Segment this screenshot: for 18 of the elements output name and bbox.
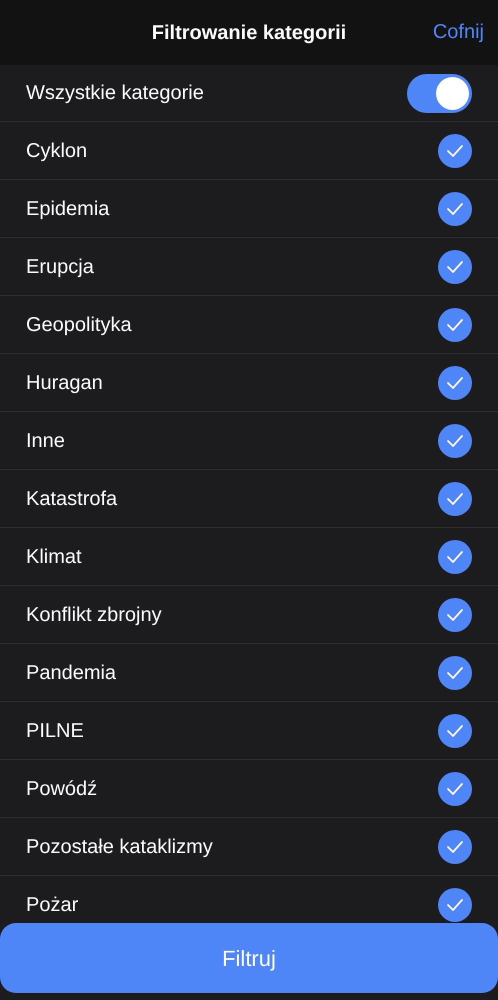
category-label[interactable]: Epidemia [26, 194, 110, 224]
category-label[interactable]: Cyklon [26, 136, 88, 166]
category-label[interactable]: Pozostałe kataklizmy [26, 832, 213, 862]
category-label[interactable]: Konflikt zbrojny [26, 600, 162, 630]
category-label[interactable]: Powódź [26, 774, 98, 804]
category-label[interactable]: Erupcja [26, 252, 94, 282]
back-button[interactable]: Cofnij [432, 22, 484, 42]
category-label[interactable]: Klimat [26, 542, 82, 572]
category-label[interactable]: Geopolityka [26, 310, 132, 340]
category-label[interactable]: Inne [26, 426, 65, 456]
category-label[interactable]: PILNE [26, 716, 84, 746]
row-label: Wszystkie kategorie [26, 81, 204, 106]
category-label[interactable]: Pożar [26, 890, 78, 920]
toggle-switch[interactable] [407, 74, 472, 112]
screen-title: Filtrowanie kategorii [152, 20, 346, 46]
category-label[interactable]: Pandemia [26, 658, 116, 688]
category-label[interactable]: Huragan [26, 368, 103, 398]
category-label[interactable]: Katastrofa [26, 484, 118, 514]
